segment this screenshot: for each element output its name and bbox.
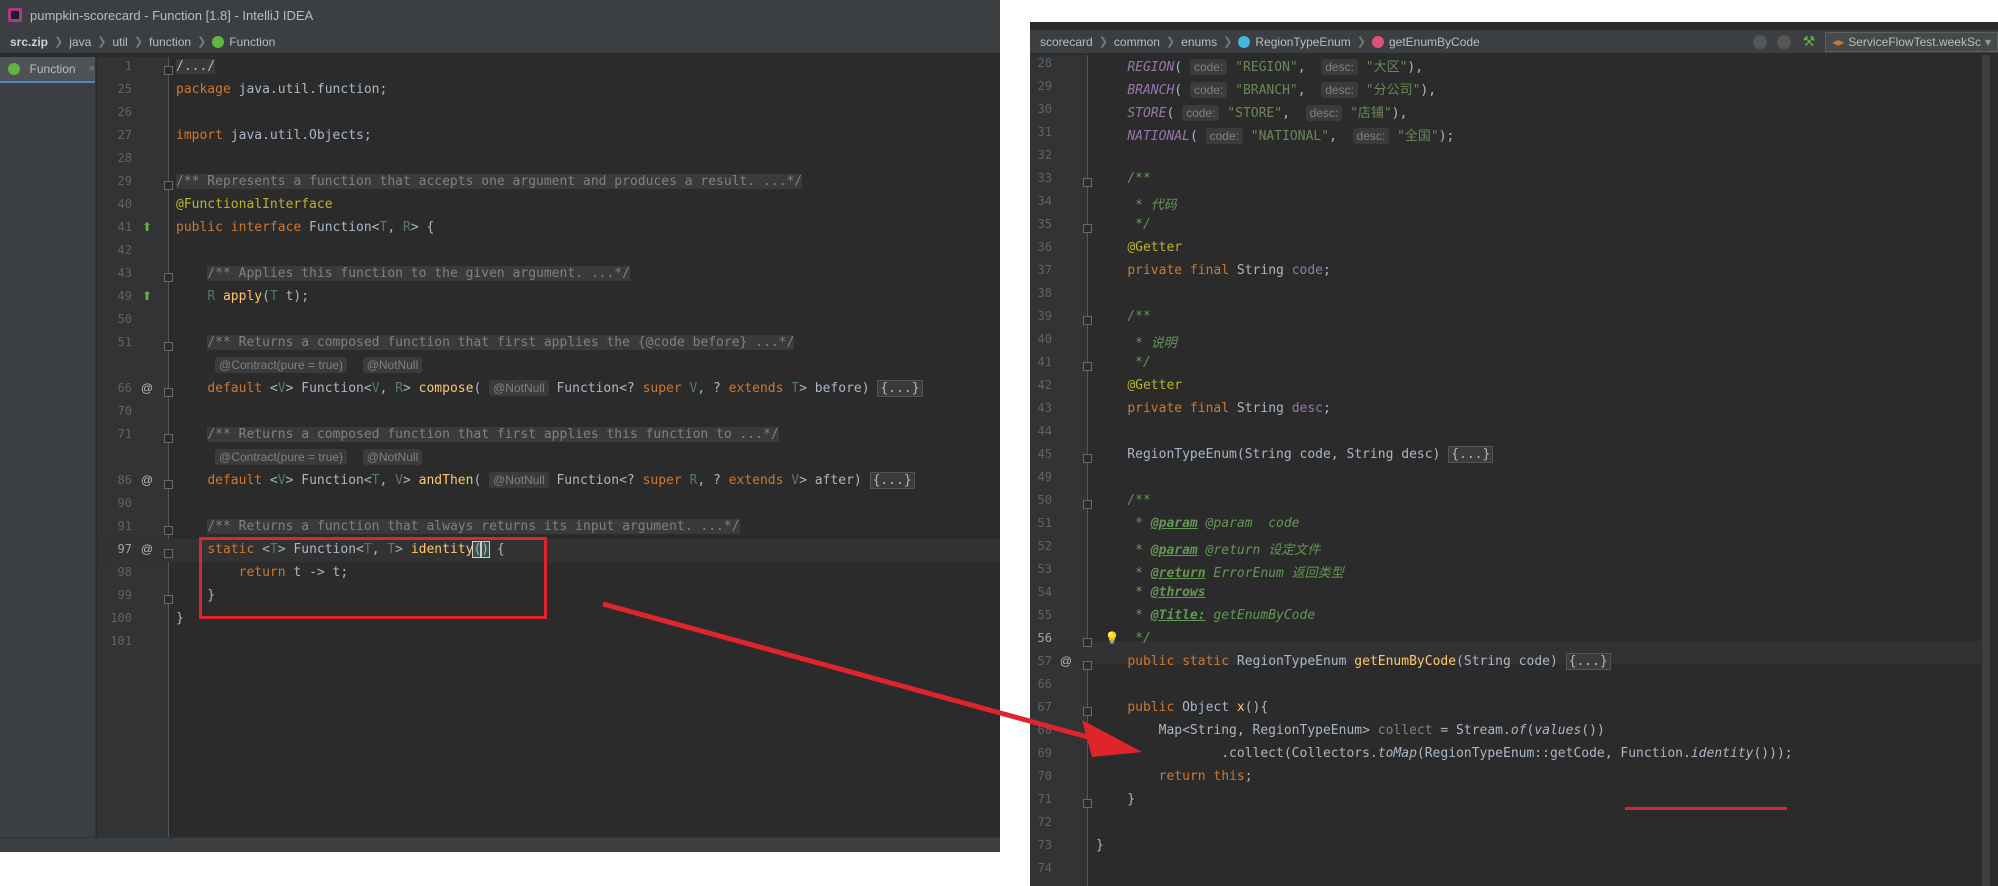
arrow-shaft xyxy=(602,601,1129,751)
red-arrow-overlay xyxy=(602,601,1142,757)
arrow-head xyxy=(1082,720,1142,757)
